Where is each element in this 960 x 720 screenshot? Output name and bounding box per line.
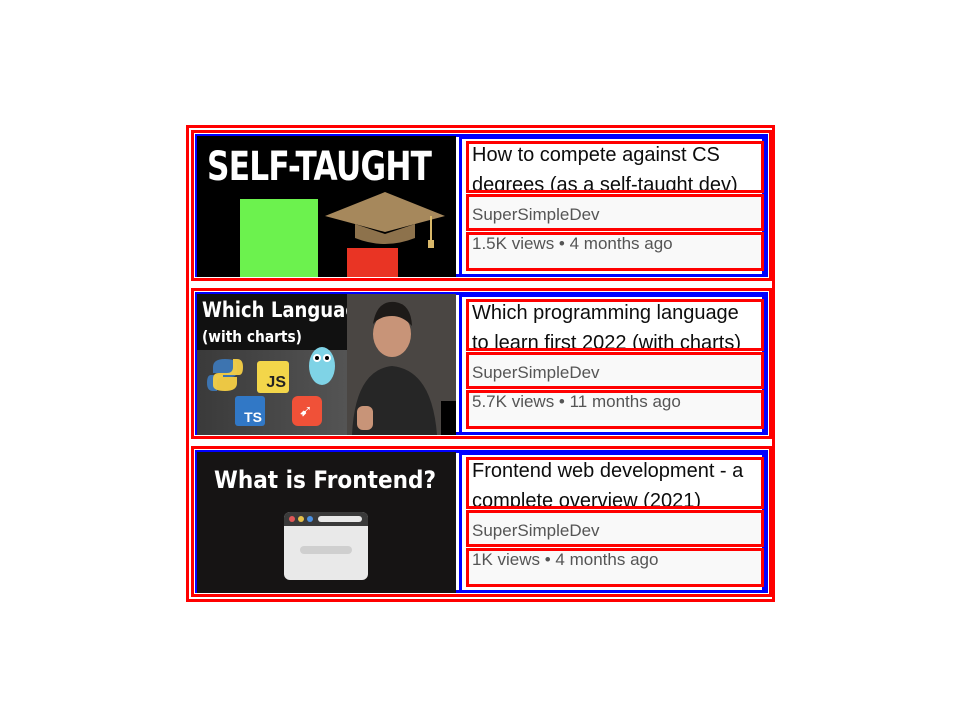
video-stats: 5.7K views • 11 months ago bbox=[466, 390, 764, 429]
video-title[interactable]: How to compete against CS degrees (as a … bbox=[466, 141, 764, 193]
video-list: SELF-TAUGHT How to compete against CS de… bbox=[186, 125, 775, 602]
channel-name[interactable]: SuperSimpleDev bbox=[466, 510, 764, 547]
video-info: How to compete against CS degrees (as a … bbox=[459, 136, 765, 277]
red-bar bbox=[347, 248, 398, 277]
green-bar bbox=[240, 199, 318, 277]
channel-name-text: SuperSimpleDev bbox=[472, 521, 600, 540]
channel-name-text: SuperSimpleDev bbox=[472, 205, 600, 224]
video-title-line: Frontend web development - a bbox=[472, 460, 744, 482]
video-title-line: How to compete against CS bbox=[472, 144, 720, 166]
video-title[interactable]: Which programming language to learn firs… bbox=[466, 299, 764, 351]
go-gopher-icon bbox=[309, 347, 335, 385]
python-icon bbox=[207, 359, 243, 391]
video-stats: 1.5K views • 4 months ago bbox=[466, 232, 764, 271]
thumbnail-subtitle: (with charts) bbox=[202, 327, 302, 346]
video-stats-text: 1K views • 4 months ago bbox=[472, 550, 659, 569]
video-item[interactable]: Which Language? (with charts) JS TS ➹ Wh… bbox=[191, 288, 772, 439]
channel-name[interactable]: SuperSimpleDev bbox=[466, 352, 764, 389]
thumbnail-title: SELF-TAUGHT bbox=[207, 144, 432, 190]
graduation-cap-icon bbox=[325, 192, 445, 248]
video-stats-text: 5.7K views • 11 months ago bbox=[472, 392, 681, 411]
video-stats: 1K views • 4 months ago bbox=[466, 548, 764, 587]
video-title-line: degrees (as a self-taught dev) bbox=[472, 174, 738, 193]
video-info: Frontend web development - a complete ov… bbox=[459, 452, 765, 593]
javascript-icon: JS bbox=[257, 361, 289, 393]
video-thumbnail[interactable]: SELF-TAUGHT bbox=[197, 136, 456, 277]
video-title-line: Which programming language bbox=[472, 302, 739, 324]
video-info: Which programming language to learn firs… bbox=[459, 294, 765, 435]
video-title-line: to learn first 2022 (with charts) bbox=[472, 332, 741, 351]
video-item[interactable]: What is Frontend? Frontend web developme… bbox=[191, 446, 772, 597]
presenter-image bbox=[347, 294, 456, 435]
browser-window-icon bbox=[284, 512, 368, 580]
channel-name-text: SuperSimpleDev bbox=[472, 363, 600, 382]
thumbnail-title: What is Frontend? bbox=[214, 466, 436, 494]
video-title[interactable]: Frontend web development - a complete ov… bbox=[466, 457, 764, 509]
video-title-line: complete overview (2021) bbox=[472, 490, 701, 509]
video-item[interactable]: SELF-TAUGHT How to compete against CS de… bbox=[191, 130, 772, 281]
typescript-icon: TS bbox=[235, 396, 265, 426]
video-stats-text: 1.5K views • 4 months ago bbox=[472, 234, 673, 253]
video-thumbnail[interactable]: What is Frontend? bbox=[197, 452, 456, 593]
swift-icon: ➹ bbox=[292, 396, 322, 426]
channel-name[interactable]: SuperSimpleDev bbox=[466, 194, 764, 231]
video-thumbnail[interactable]: Which Language? (with charts) JS TS ➹ bbox=[197, 294, 456, 435]
